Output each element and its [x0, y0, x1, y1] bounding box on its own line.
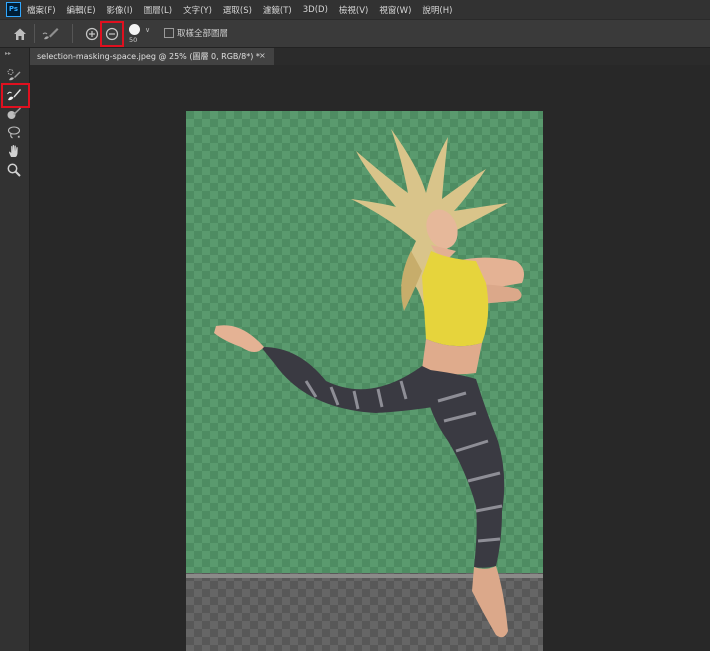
menu-3d[interactable]: 3D(D) [303, 5, 328, 15]
brush-preset-picker[interactable] [40, 25, 62, 43]
quick-selection-brush-icon [7, 68, 21, 80]
restore-original-edge-button[interactable] [105, 26, 119, 41]
close-icon[interactable]: × [259, 51, 266, 60]
brush-icon [7, 107, 21, 119]
home-button[interactable] [10, 25, 30, 43]
refine-edge-brush-tool[interactable] [5, 85, 23, 102]
quick-selection-tool[interactable] [5, 66, 23, 83]
options-bar: 50 ∨ 取樣全部圖層 [0, 20, 710, 48]
plus-circle-icon [85, 27, 99, 41]
sample-all-layers-checkbox[interactable] [164, 28, 174, 38]
options-divider [34, 24, 35, 43]
menu-type[interactable]: 文字(Y) [183, 4, 212, 16]
document-tab-title: selection-masking-space.jpeg @ 25% (圖層 0… [37, 52, 260, 61]
panel-collapse-icon[interactable]: ▸▸ [5, 50, 11, 57]
menu-layer[interactable]: 圖層(L) [144, 4, 172, 16]
document-tab-bar: selection-masking-space.jpeg @ 25% (圖層 0… [30, 48, 710, 65]
dancer-figure [214, 129, 524, 638]
lasso-icon [7, 125, 21, 138]
document-canvas-image[interactable] [186, 111, 543, 651]
zoom-tool[interactable] [5, 161, 23, 178]
brush-size-value: 50 [129, 36, 138, 44]
lasso-tool[interactable] [5, 123, 23, 140]
hand-icon [8, 144, 18, 157]
menu-file[interactable]: 檔案(F) [27, 4, 56, 16]
menu-select[interactable]: 選取(S) [223, 4, 252, 16]
menu-edit[interactable]: 編輯(E) [67, 4, 96, 16]
menu-view[interactable]: 檢視(V) [339, 4, 368, 16]
options-divider [72, 24, 73, 43]
menu-filter[interactable]: 濾鏡(T) [263, 4, 292, 16]
menu-help[interactable]: 說明(H) [422, 4, 452, 16]
chevron-down-icon[interactable]: ∨ [145, 26, 150, 34]
brush-size-dot-icon[interactable] [129, 24, 140, 35]
menu-bar: Ps 檔案(F) 編輯(E) 影像(I) 圖層(L) 文字(Y) 選取(S) 濾… [0, 0, 710, 20]
minus-circle-icon [105, 27, 119, 41]
refine-edge-brush-icon [7, 88, 21, 100]
document-tab[interactable]: selection-masking-space.jpeg @ 25% (圖層 0… [30, 48, 274, 65]
menu-image[interactable]: 影像(I) [107, 4, 133, 16]
home-icon [14, 28, 26, 40]
hand-tool[interactable] [5, 142, 23, 159]
tools-panel: ▸▸ [0, 48, 30, 651]
expand-detection-area-button[interactable] [85, 26, 99, 41]
brush-tool[interactable] [5, 104, 23, 121]
sample-all-layers-label: 取樣全部圖層 [177, 29, 229, 39]
refine-edge-brush-preset-icon [42, 28, 59, 40]
magnifier-icon [7, 163, 21, 177]
photoshop-logo-icon[interactable]: Ps [6, 2, 21, 17]
menu-window[interactable]: 視窗(W) [379, 4, 411, 16]
